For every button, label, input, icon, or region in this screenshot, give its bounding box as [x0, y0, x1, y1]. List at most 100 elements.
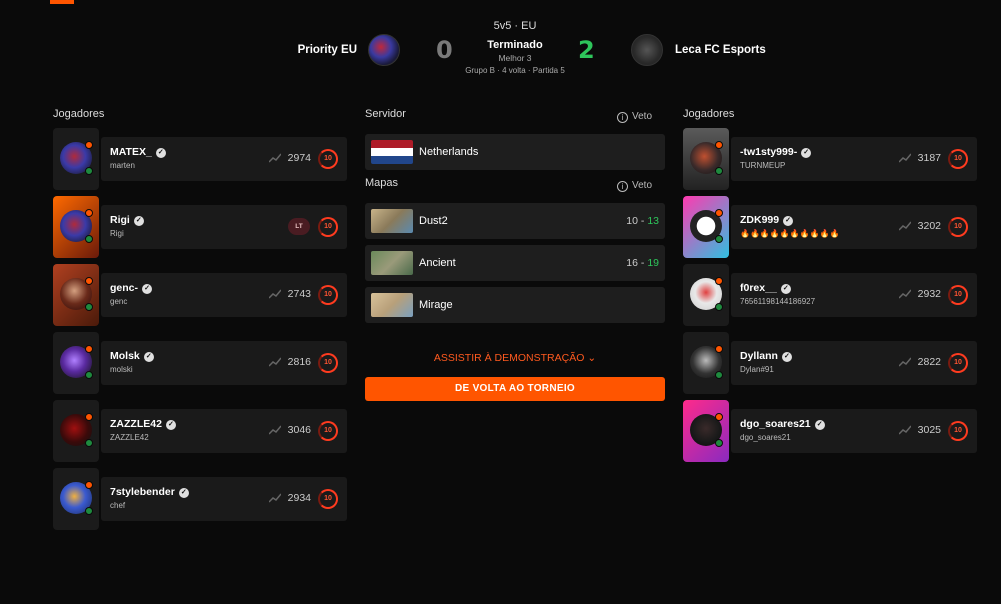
player-row[interactable]: Dyllann ✓ Dylan#91 2822 10	[683, 332, 977, 394]
player-row[interactable]: ZAZZLE42 ✓ ZAZZLE42 3046 10	[53, 400, 347, 462]
status-dot-icon	[715, 345, 723, 353]
player-avatar-frame[interactable]	[683, 332, 729, 394]
player-subtitle: genc	[110, 297, 128, 306]
match-mode: 5v5 · EU	[493, 20, 537, 32]
player-subtitle: dgo_soares21	[740, 433, 791, 442]
skill-level-icon: 10	[318, 285, 338, 305]
status-dot-icon	[715, 413, 723, 421]
player-avatar-frame[interactable]	[53, 128, 99, 190]
map-row-ancient[interactable]: Ancient 16 - 19	[365, 245, 665, 281]
player-subtitle: molski	[110, 365, 133, 374]
trend-icon	[269, 153, 281, 163]
skill-level-icon: 10	[948, 217, 968, 237]
player-elo: 3202	[917, 220, 941, 232]
player-avatar-frame[interactable]	[683, 196, 729, 258]
match-group-info: Grupo B · 4 volta · Partida 5	[465, 66, 565, 75]
player-card[interactable]: MATEX_ ✓ marten 2974 10	[101, 137, 347, 181]
map-row-dust2[interactable]: Dust2 10 - 13	[365, 203, 665, 239]
maps-veto-button[interactable]: i Veto	[617, 180, 652, 192]
player-card[interactable]: 7stylebender ✓ chef 2934 10	[101, 477, 347, 521]
status-dot-icon	[85, 481, 93, 489]
trend-icon	[269, 493, 281, 503]
player-elo: 2934	[287, 492, 311, 504]
back-to-tournament-button[interactable]: DE VOLTA AO TORNEIO	[365, 377, 665, 401]
player-row[interactable]: -tw1sty999- ✓ TURNMEUP 3187 10	[683, 128, 977, 190]
player-row[interactable]: 7stylebender ✓ chef 2934 10	[53, 468, 347, 530]
player-card[interactable]: Dyllann ✓ Dylan#91 2822 10	[731, 341, 977, 385]
player-avatar-frame[interactable]	[53, 196, 99, 258]
player-avatar-frame[interactable]	[53, 264, 99, 326]
player-row[interactable]: MATEX_ ✓ marten 2974 10	[53, 128, 347, 190]
skill-level-icon: 10	[318, 353, 338, 373]
player-subtitle: Rigi	[110, 229, 124, 238]
player-subtitle: 🔥🔥🔥🔥🔥🔥🔥🔥🔥🔥	[740, 229, 840, 238]
player-avatar-frame[interactable]	[53, 468, 99, 530]
status-dot-icon	[85, 345, 93, 353]
watch-demo-label: ASSISTIR À DEMONSTRAÇÃO	[433, 352, 585, 364]
status-dot-icon	[715, 141, 723, 149]
player-subtitle: Dylan#91	[740, 365, 774, 374]
player-avatar-frame[interactable]	[683, 128, 729, 190]
player-card[interactable]: genc- ✓ genc 2743 10	[101, 273, 347, 317]
server-veto-button[interactable]: i Veto	[617, 111, 652, 123]
player-card[interactable]: ZAZZLE42 ✓ ZAZZLE42 3046 10	[101, 409, 347, 453]
player-name: f0rex__ ✓	[740, 282, 791, 294]
map-name: Ancient	[419, 257, 456, 269]
player-row[interactable]: ZDK999 ✓ 🔥🔥🔥🔥🔥🔥🔥🔥🔥🔥 3202 10	[683, 196, 977, 258]
players-left-label: Jogadores	[53, 108, 105, 120]
trend-icon	[269, 357, 281, 367]
server-label: Servidor	[365, 108, 406, 120]
lt-badge: LT	[288, 218, 310, 235]
shield-icon	[85, 439, 93, 447]
map-name: Mirage	[419, 299, 453, 311]
shield-icon	[715, 235, 723, 243]
verified-icon: ✓	[801, 148, 812, 158]
player-elo: 2743	[287, 288, 311, 300]
trend-icon	[899, 425, 911, 435]
veto-label: Veto	[632, 180, 653, 191]
trend-icon	[899, 289, 911, 299]
map-score: 10 - 13	[626, 215, 659, 227]
player-name: ZDK999 ✓	[740, 214, 794, 226]
player-name: -tw1sty999- ✓	[740, 146, 812, 158]
player-card[interactable]: ZDK999 ✓ 🔥🔥🔥🔥🔥🔥🔥🔥🔥🔥 3202 10	[731, 205, 977, 249]
player-elo: 2932	[917, 288, 941, 300]
skill-level-icon: 10	[318, 149, 338, 169]
player-avatar-frame[interactable]	[683, 264, 729, 326]
player-row[interactable]: f0rex__ ✓ 76561198144186927 2932 10	[683, 264, 977, 326]
player-card[interactable]: dgo_soares21 ✓ dgo_soares21 3025 10	[731, 409, 977, 453]
player-avatar-frame[interactable]	[53, 400, 99, 462]
player-card[interactable]: Molsk ✓ molski 2816 10	[101, 341, 347, 385]
watch-demo-button[interactable]: ASSISTIR À DEMONSTRAÇÃO ⌄	[365, 352, 665, 364]
team-leca-logo-icon[interactable]	[631, 34, 663, 66]
map-score: 16 - 19	[626, 257, 659, 269]
verified-icon: ✓	[780, 284, 791, 294]
player-card[interactable]: Rigi ✓ Rigi LT 10	[101, 205, 347, 249]
player-name: ZAZZLE42 ✓	[110, 418, 176, 430]
verified-icon: ✓	[142, 284, 153, 294]
server-row: Netherlands	[365, 134, 665, 170]
player-name: genc- ✓	[110, 282, 153, 294]
map-thumbnail-icon	[371, 209, 413, 233]
team-right-name[interactable]: Leca FC Esports	[675, 44, 766, 56]
status-dot-icon	[85, 277, 93, 285]
player-row[interactable]: Rigi ✓ Rigi LT 10	[53, 196, 347, 258]
player-name: Molsk ✓	[110, 350, 154, 362]
player-subtitle: chef	[110, 501, 126, 510]
player-card[interactable]: f0rex__ ✓ 76561198144186927 2932 10	[731, 273, 977, 317]
player-avatar-frame[interactable]	[53, 332, 99, 394]
player-avatar-frame[interactable]	[683, 400, 729, 462]
player-row[interactable]: dgo_soares21 ✓ dgo_soares21 3025 10	[683, 400, 977, 462]
player-name: Dyllann ✓	[740, 350, 792, 362]
trend-icon	[899, 357, 911, 367]
player-row[interactable]: genc- ✓ genc 2743 10	[53, 264, 347, 326]
shield-icon	[85, 507, 93, 515]
players-right-label: Jogadores	[683, 108, 735, 120]
map-row-mirage[interactable]: Mirage	[365, 287, 665, 323]
player-row[interactable]: Molsk ✓ molski 2816 10	[53, 332, 347, 394]
skill-level-icon: 10	[318, 421, 338, 441]
verified-icon: ✓	[814, 420, 825, 430]
player-card[interactable]: -tw1sty999- ✓ TURNMEUP 3187 10	[731, 137, 977, 181]
shield-icon	[715, 167, 723, 175]
player-subtitle: ZAZZLE42	[110, 433, 149, 442]
